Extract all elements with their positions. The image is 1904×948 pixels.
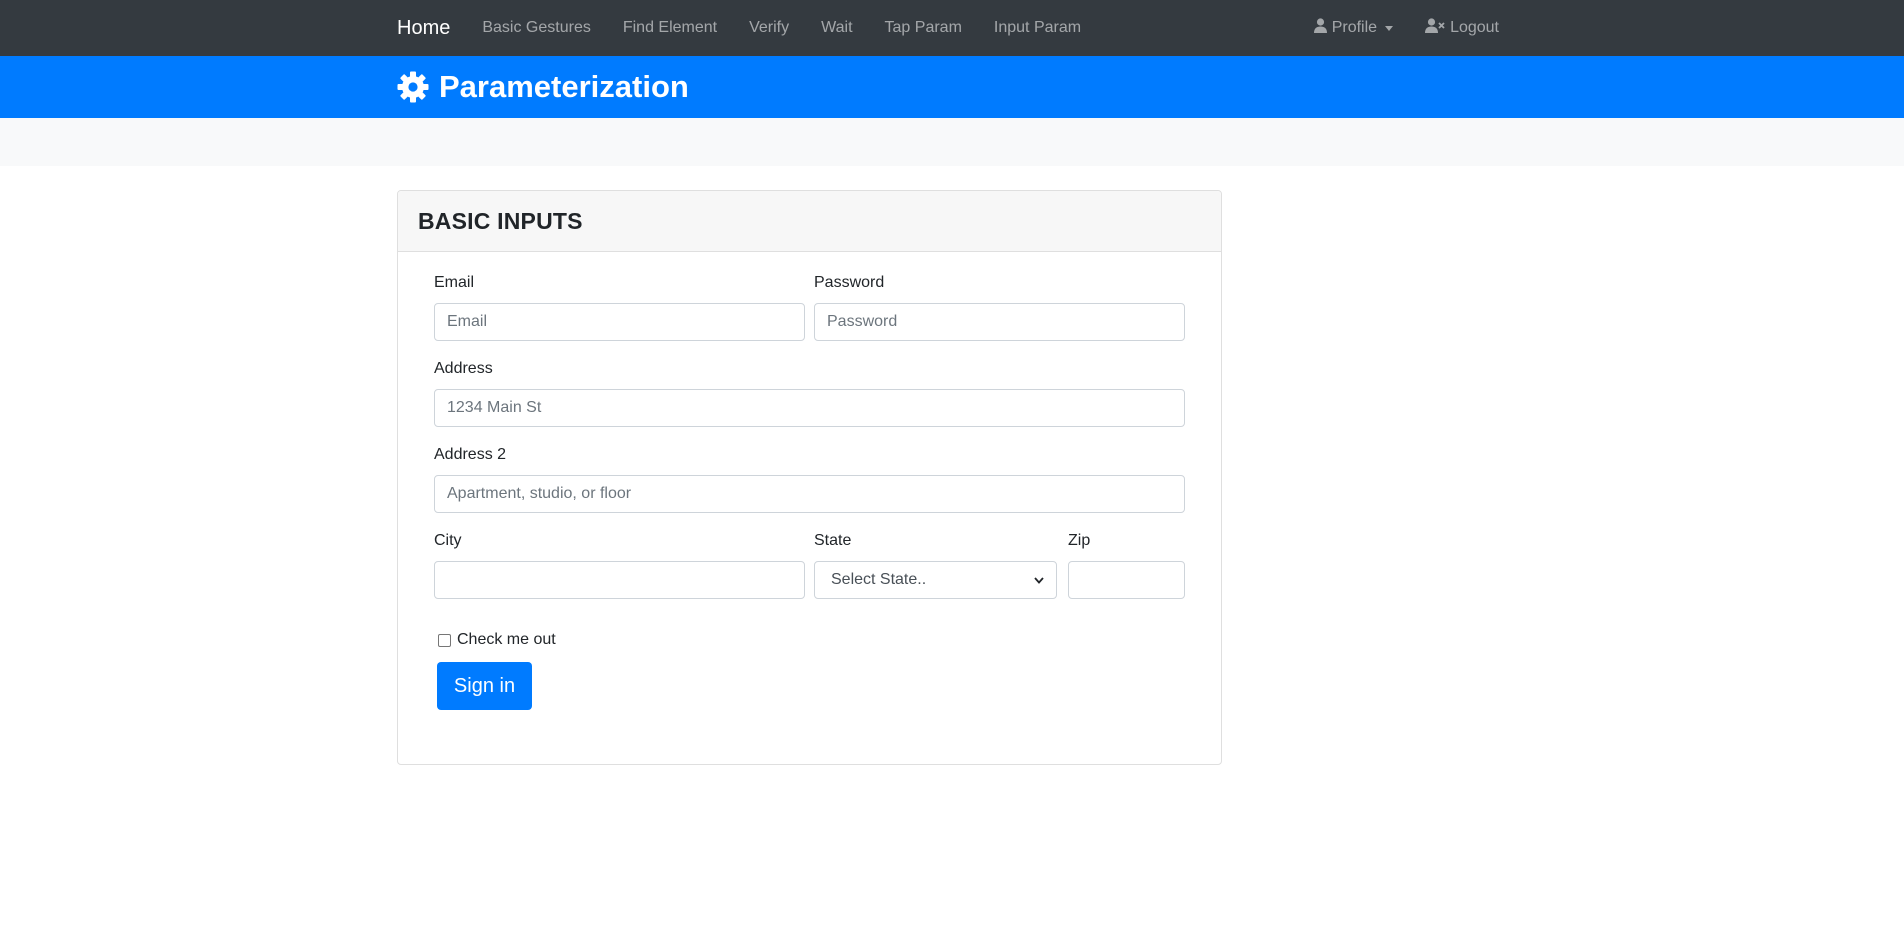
nav-link-verify[interactable]: Verify [749, 19, 789, 37]
nav-link-find-element[interactable]: Find Element [623, 19, 717, 37]
check-me-out-row[interactable]: Check me out [438, 631, 556, 649]
check-me-out-checkbox[interactable] [438, 633, 451, 647]
city-input[interactable] [434, 561, 805, 599]
breadcrumb-strip [0, 118, 1904, 166]
state-select[interactable]: Select State.. [814, 561, 1057, 599]
chevron-down-icon [1034, 576, 1044, 584]
navbar-container: Home Basic Gestures Find Element Verify … [397, 0, 1507, 56]
logout-link[interactable]: Logout [1425, 18, 1499, 38]
nav-home-link[interactable]: Home [397, 17, 450, 40]
check-me-out-label: Check me out [457, 631, 556, 648]
caret-down-icon [1385, 25, 1394, 31]
profile-dropdown[interactable]: Profile [1313, 18, 1394, 38]
state-select-value: Select State.. [831, 571, 927, 588]
password-label: Password [814, 274, 885, 291]
state-label: State [814, 532, 852, 549]
top-navbar: Home Basic Gestures Find Element Verify … [0, 0, 1904, 56]
zip-input[interactable] [1068, 561, 1185, 599]
address2-input[interactable] [434, 475, 1185, 513]
sign-in-button[interactable]: Sign in [437, 662, 532, 710]
page-title: Parameterization [439, 69, 689, 104]
address-input[interactable] [434, 389, 1185, 427]
gear-icon [397, 71, 429, 103]
page-header: Parameterization [0, 56, 1904, 118]
nav-link-tap-param[interactable]: Tap Param [885, 19, 962, 37]
email-input[interactable] [434, 303, 805, 341]
basic-inputs-card: BASIC INPUTS Email Password Address Addr… [397, 190, 1222, 765]
card-title: BASIC INPUTS [418, 207, 583, 234]
address2-label: Address 2 [434, 446, 507, 463]
navbar-right: Profile Logout [1282, 0, 1499, 56]
nav-link-input-param[interactable]: Input Param [994, 19, 1081, 37]
nav-link-basic-gestures[interactable]: Basic Gestures [482, 19, 590, 37]
user-icon [1313, 18, 1327, 38]
password-input[interactable] [814, 303, 1185, 341]
logout-label: Logout [1450, 19, 1499, 36]
card-header: BASIC INPUTS [398, 191, 1221, 252]
nav-link-wait[interactable]: Wait [821, 19, 852, 37]
profile-label: Profile [1331, 19, 1378, 36]
address-label: Address [434, 360, 493, 377]
email-label: Email [434, 274, 475, 291]
city-label: City [434, 532, 462, 549]
user-times-icon [1425, 18, 1445, 38]
page-header-inner: Parameterization [397, 56, 1904, 118]
zip-label: Zip [1068, 532, 1091, 549]
